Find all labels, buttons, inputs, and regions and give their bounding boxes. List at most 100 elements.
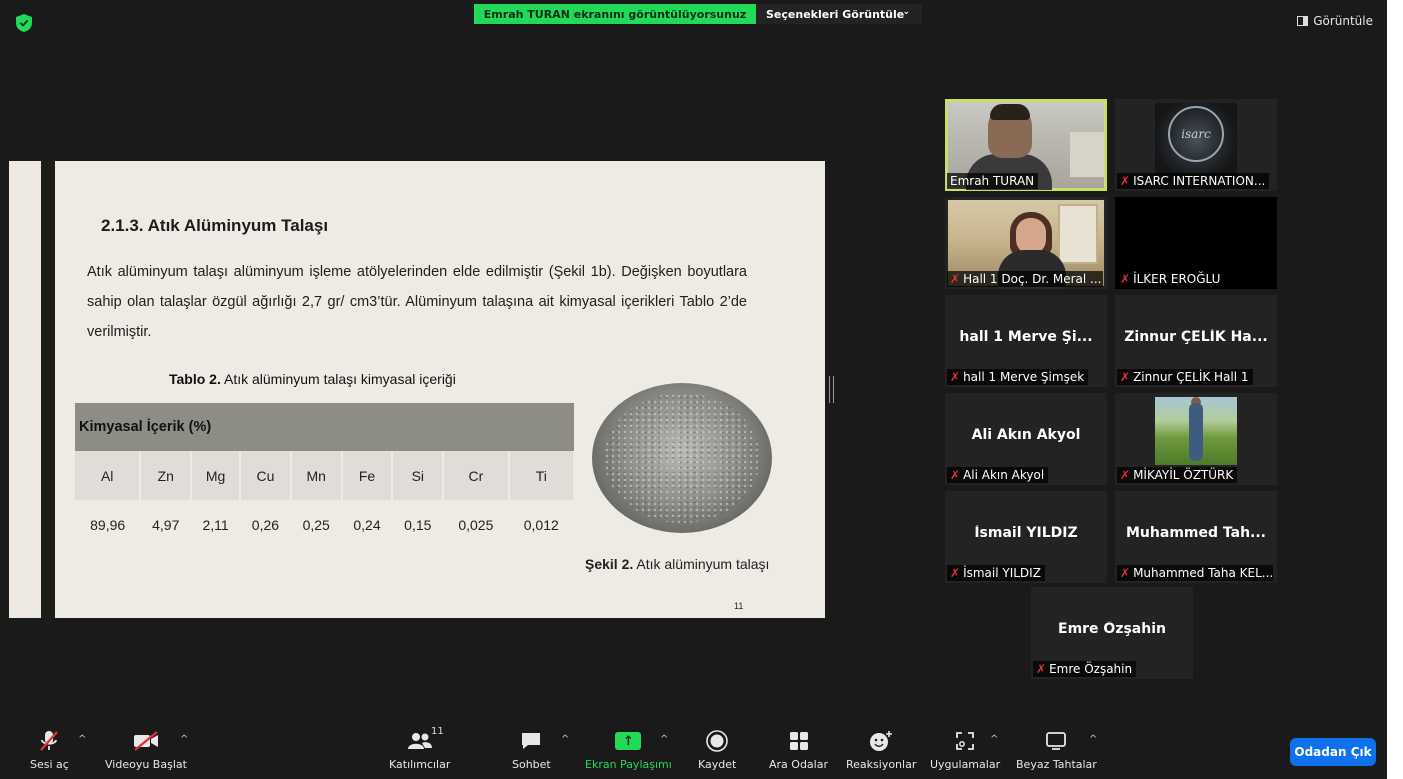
mic-muted-icon: ✗	[1120, 174, 1131, 188]
table-cell: 0,25	[290, 500, 342, 549]
view-layout-label: Görüntüle	[1313, 14, 1373, 28]
start-video-button[interactable]: Videoyu Başlat	[105, 728, 187, 771]
participant-tile[interactable]: ✗ Hall 1 Doç. Dr. Meral ...	[945, 197, 1107, 289]
mic-muted-icon: ✗	[950, 272, 961, 286]
figure-caption-text: Atık alüminyum talaşı	[633, 556, 770, 572]
slide-title: 2.1.3. Atık Alüminyum Talaşı	[101, 216, 329, 235]
whiteboard-options-caret[interactable]: ^	[1089, 734, 1097, 745]
record-label: Kaydet	[698, 758, 737, 771]
chat-options-caret[interactable]: ^	[561, 734, 569, 745]
participant-name-label: ✗ Zinnur ÇELİK Hall 1	[1117, 369, 1253, 385]
table-cell: 0,025	[443, 500, 509, 549]
chat-button[interactable]: Sohbet	[512, 728, 551, 771]
table-cell: 0,26	[240, 500, 291, 549]
video-options-caret[interactable]: ^	[180, 734, 188, 745]
participant-tile[interactable]: Zinnur ÇELİK Ha... ✗ Zinnur ÇELİK Hall 1	[1115, 295, 1277, 387]
view-options-dropdown[interactable]: Seçenekleri Görüntüle ⌄	[756, 4, 922, 24]
participant-name-label: ✗ İLKER EROĞLU	[1117, 271, 1225, 287]
participant-name: İLKER EROĞLU	[1133, 272, 1221, 286]
apps-label: Uygulamalar	[930, 758, 1001, 771]
layout-icon	[1297, 16, 1309, 26]
table-cell: 4,97	[140, 500, 192, 549]
participant-name: Ali Akın Akyol	[963, 468, 1045, 482]
participant-tile[interactable]: ✗ MİKAYİL ÖZTÜRK	[1115, 393, 1277, 485]
unmute-button[interactable]: Sesi aç	[30, 728, 69, 771]
reactions-button[interactable]: Reaksiyonlar	[846, 728, 916, 771]
participant-tile[interactable]: Emre Özşahin ✗ Emre Özşahin	[1031, 587, 1193, 679]
meeting-toolbar: Sesi aç ^ Videoyu Başlat ^ 11 Katılımcıl…	[0, 720, 1387, 779]
table-caption: Tablo 2. Atık alüminyum talaşı kimyasal …	[169, 371, 456, 387]
slide-side-bar	[41, 161, 55, 618]
breakout-rooms-button[interactable]: Ara Odalar	[769, 728, 828, 771]
mic-muted-icon: ✗	[950, 468, 961, 482]
participant-name: İsmail YILDIZ	[963, 566, 1041, 580]
participant-name: Muhammed Taha KEL...	[1133, 566, 1273, 580]
microphone-muted-icon	[39, 728, 59, 754]
slide-page-number: 11	[734, 601, 744, 611]
figure-caption-label: Şekil 2.	[585, 556, 634, 572]
participant-tile[interactable]: isarc ✗ ISARC INTERNATION...	[1115, 99, 1277, 191]
video-background	[1058, 204, 1098, 264]
screen-share-banner: Emrah TURAN ekranını görüntülüyorsunuz	[474, 4, 756, 24]
participant-name-label: ✗ İsmail YILDIZ	[947, 565, 1045, 581]
table-row-elements: Al Zn Mg Cu Mn Fe Si Cr Ti	[75, 451, 576, 500]
security-shield-icon[interactable]	[16, 14, 32, 32]
participants-label: Katılımcılar	[389, 758, 451, 771]
photo-person-body	[1189, 403, 1203, 461]
chat-bubble-icon	[520, 728, 542, 754]
participant-display-name: Zinnur ÇELİK Ha...	[1124, 329, 1268, 345]
record-icon	[706, 728, 728, 754]
split-view-drag-handle[interactable]	[829, 376, 834, 403]
leave-meeting-button[interactable]: Odadan Çık	[1290, 738, 1376, 766]
table-cell: Cu	[240, 451, 292, 500]
table-cell: Al	[75, 451, 142, 500]
participant-name-label: ✗ hall 1 Merve Şimşek	[947, 369, 1089, 385]
apps-icon	[955, 728, 975, 754]
participant-display-name: Ali Akın Akyol	[971, 427, 1081, 443]
apps-options-caret[interactable]: ^	[990, 734, 998, 745]
participant-display-name: hall 1 Merve Şi...	[959, 329, 1093, 345]
participant-name-label: ✗ Hall 1 Doç. Dr. Meral ...	[947, 271, 1103, 287]
table-row-values: 89,96 4,97 2,11 0,26 0,25 0,24 0,15 0,02…	[75, 500, 574, 549]
participants-button[interactable]: 11 Katılımcılar	[389, 726, 451, 771]
participant-profile-photo	[1155, 397, 1237, 465]
share-screen-button[interactable]: ↑ Ekran Paylaşımı	[585, 728, 672, 771]
table-cell: Mg	[191, 451, 242, 500]
table-header: Kimyasal İçerik (%)	[75, 403, 574, 451]
participant-tile[interactable]: ✗ İLKER EROĞLU	[1115, 197, 1277, 289]
participant-name-label: Emrah TURAN	[947, 173, 1039, 189]
participant-tile[interactable]: İsmail YILDIZ ✗ İsmail YILDIZ	[945, 491, 1107, 583]
reactions-label: Reaksiyonlar	[846, 758, 917, 771]
table-cell: 2,11	[191, 500, 241, 549]
mic-muted-icon: ✗	[950, 370, 961, 384]
participant-name-label: ✗ MİKAYİL ÖZTÜRK	[1117, 467, 1238, 483]
participant-tile[interactable]: Ali Akın Akyol ✗ Ali Akın Akyol	[945, 393, 1107, 485]
participant-tile[interactable]: Emrah TURAN	[945, 99, 1107, 191]
participant-name: Zinnur ÇELİK Hall 1	[1133, 370, 1249, 384]
participants-icon: 11	[407, 726, 444, 754]
participant-name-label: ✗ Ali Akın Akyol	[947, 467, 1049, 483]
whiteboards-button[interactable]: Beyaz Tahtalar	[1016, 728, 1097, 771]
participant-name: hall 1 Merve Şimşek	[963, 370, 1085, 384]
slide-paragraph: Atık alüminyum talaşı alüminyum işleme a…	[87, 264, 747, 340]
video-background	[1070, 132, 1104, 177]
figure-caption: Şekil 2. Atık alüminyum talaşı	[585, 556, 769, 572]
record-button[interactable]: Kaydet	[698, 728, 736, 771]
table-cell: Si	[392, 451, 445, 500]
participant-tile[interactable]: hall 1 Merve Şi... ✗ hall 1 Merve Şimşek	[945, 295, 1107, 387]
mic-muted-icon: ✗	[1120, 468, 1131, 482]
share-screen-label: Ekran Paylaşımı	[585, 758, 672, 771]
share-options-caret[interactable]: ^	[660, 734, 668, 745]
participant-logo-image: isarc	[1155, 103, 1237, 175]
breakout-rooms-icon	[789, 728, 809, 754]
mic-muted-icon: ✗	[1120, 566, 1131, 580]
participants-count-badge: 11	[430, 726, 444, 737]
zoom-meeting-window: Emrah TURAN ekranını görüntülüyorsunuz S…	[0, 0, 1387, 779]
participant-tile[interactable]: Muhammed Tah... ✗ Muhammed Taha KEL...	[1115, 491, 1277, 583]
whiteboard-icon	[1045, 728, 1067, 754]
table-cell: Cr	[443, 451, 510, 500]
audio-options-caret[interactable]: ^	[78, 734, 86, 745]
view-options-label: Seçenekleri Görüntüle	[766, 7, 905, 21]
view-layout-button[interactable]: Görüntüle	[1297, 14, 1373, 28]
table-cell: 0,012	[508, 500, 574, 549]
